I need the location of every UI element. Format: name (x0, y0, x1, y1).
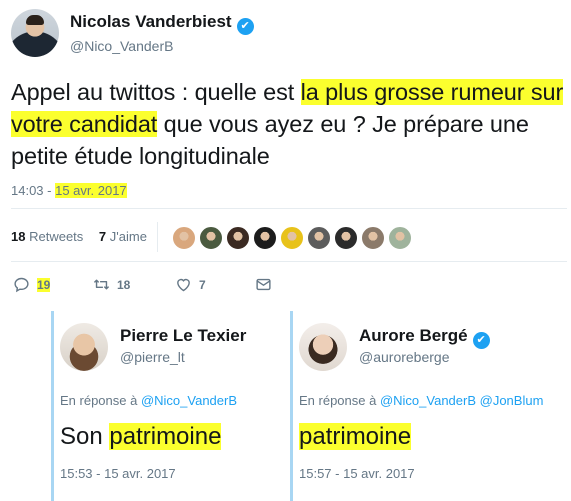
reply-author-handle[interactable]: @pierre_lt (120, 349, 185, 365)
heart-icon (177, 278, 190, 292)
in-reply-prefix: En réponse à (299, 393, 380, 408)
reply-timestamp[interactable]: 15:53 - 15 avr. 2017 (60, 466, 176, 481)
divider (11, 261, 567, 262)
likes-stat[interactable]: 7 J'aime (99, 229, 147, 244)
reply-icon (14, 277, 29, 293)
retweet-count: 18 (117, 277, 131, 292)
retweets-stat[interactable]: 18 Retweets (11, 229, 83, 244)
author-name-text[interactable]: Nicolas Vanderbiest (70, 12, 232, 31)
likes-count: 7 (98, 229, 107, 244)
tweet-text-part: Appel au twittos : quelle est (11, 79, 301, 105)
author-name[interactable]: Nicolas Vanderbiest ✔ (70, 12, 254, 35)
retweet-action[interactable]: 18 (93, 276, 130, 293)
thread-bar (51, 311, 54, 501)
reply-text-highlight: patrimoine (299, 423, 412, 450)
liker-avatar[interactable] (388, 226, 412, 250)
liker-avatar[interactable] (172, 226, 196, 250)
liker-avatar[interactable] (307, 226, 331, 250)
retweet-icon (93, 279, 110, 290)
reply-author-name[interactable]: Aurore Bergé ✔ (359, 326, 490, 349)
author-avatar[interactable] (11, 9, 59, 57)
mention-link[interactable]: @Nico_VanderB @JonBlum (380, 393, 543, 408)
reply-text: patrimoine (299, 423, 412, 451)
liker-avatar[interactable] (199, 226, 223, 250)
tweet-date: 15 avr. 2017 (55, 183, 127, 198)
mention-link[interactable]: @Nico_VanderB (141, 393, 237, 408)
verified-badge-icon: ✔ (472, 332, 490, 349)
reply-text: Son patrimoine (60, 423, 222, 451)
stats-separator (157, 222, 158, 252)
reply-action[interactable]: 19 (13, 276, 51, 293)
reply-avatar[interactable] (299, 323, 347, 371)
likes-label: J'aime (109, 229, 147, 244)
in-reply-to: En réponse à @Nico_VanderB (60, 393, 237, 408)
tweet-text: Appel au twittos : quelle est la plus gr… (11, 76, 567, 172)
reply-count: 19 (37, 277, 51, 292)
tweet-timestamp[interactable]: 14:03 - 15 avr. 2017 (11, 183, 127, 198)
reply-card[interactable]: Pierre Le Texier @pierre_lt En réponse à… (51, 311, 281, 501)
like-count: 7 (199, 277, 206, 292)
in-reply-to: En réponse à @Nico_VanderB @JonBlum (299, 393, 543, 408)
reply-author-name-text: Aurore Bergé (359, 326, 468, 345)
retweets-count: 18 (11, 229, 26, 244)
liker-avatar[interactable] (253, 226, 277, 250)
like-action[interactable]: 7 (175, 276, 206, 293)
reply-author-name[interactable]: Pierre Le Texier (120, 326, 246, 346)
reply-text-part: Son (60, 423, 110, 450)
liker-avatar[interactable] (334, 226, 358, 250)
liker-avatar[interactable] (226, 226, 250, 250)
author-handle[interactable]: @Nico_VanderB (70, 38, 173, 54)
thread-bar (290, 311, 293, 501)
reply-avatar[interactable] (60, 323, 108, 371)
divider (11, 208, 567, 209)
reply-card[interactable]: Aurore Bergé ✔ @auroreberge En réponse à … (290, 311, 568, 501)
liker-avatar[interactable] (361, 226, 385, 250)
engagement-stats: 18 Retweets 7 J'aime (11, 229, 147, 244)
envelope-icon (256, 278, 271, 291)
verified-badge-icon: ✔ (236, 18, 254, 35)
dm-action[interactable] (255, 276, 272, 293)
reply-author-handle[interactable]: @auroreberge (359, 349, 450, 365)
tweet-time: 14:03 - (11, 183, 56, 198)
in-reply-prefix: En réponse à (60, 393, 141, 408)
liker-avatar[interactable] (280, 226, 304, 250)
reply-timestamp[interactable]: 15:57 - 15 avr. 2017 (299, 466, 415, 481)
reply-text-highlight: patrimoine (109, 423, 222, 450)
retweets-label: Retweets (29, 229, 84, 244)
